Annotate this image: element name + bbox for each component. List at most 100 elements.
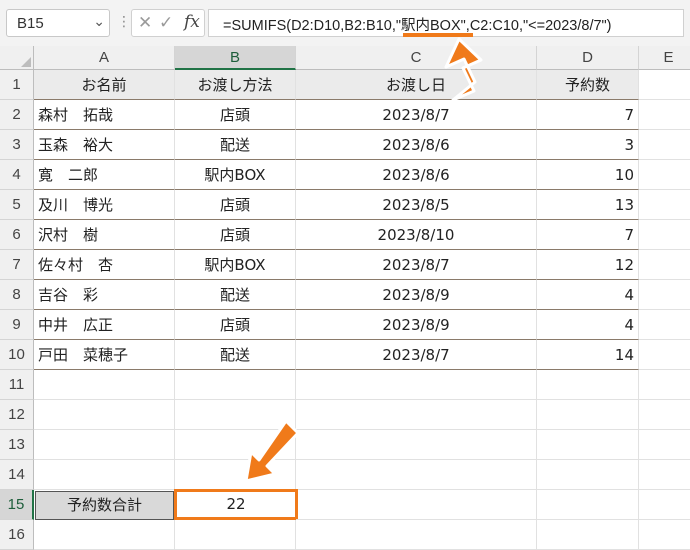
row-header-9[interactable]: 9 <box>0 310 34 340</box>
row-header-10[interactable]: 10 <box>0 340 34 370</box>
table-cell[interactable]: 13 <box>537 190 639 220</box>
cell[interactable] <box>639 250 690 280</box>
table-cell[interactable]: 14 <box>537 340 639 370</box>
table-cell[interactable]: 2023/8/10 <box>296 220 537 250</box>
cell[interactable] <box>34 460 175 490</box>
table-cell[interactable]: 2023/8/7 <box>296 250 537 280</box>
cell[interactable] <box>639 100 690 130</box>
table-cell[interactable]: 7 <box>537 220 639 250</box>
table-cell[interactable]: 店頭 <box>175 220 296 250</box>
name-box[interactable]: B15 ⌄ <box>6 9 110 37</box>
cell[interactable] <box>639 400 690 430</box>
cell[interactable] <box>537 370 639 400</box>
table-header-cell[interactable]: お名前 <box>34 70 175 100</box>
cell[interactable] <box>537 430 639 460</box>
table-cell[interactable]: 佐々村 杏 <box>34 250 175 280</box>
row-header-2[interactable]: 2 <box>0 100 34 130</box>
cell[interactable] <box>537 460 639 490</box>
table-cell[interactable]: 2023/8/7 <box>296 100 537 130</box>
table-cell[interactable]: 2023/8/9 <box>296 280 537 310</box>
table-cell[interactable]: 2023/8/6 <box>296 160 537 190</box>
cell[interactable] <box>639 190 690 220</box>
column-header-a[interactable]: A <box>34 46 175 70</box>
cell[interactable] <box>537 400 639 430</box>
row-header-1[interactable]: 1 <box>0 70 34 100</box>
cell[interactable] <box>296 400 537 430</box>
table-cell[interactable]: 森村 拓哉 <box>34 100 175 130</box>
summary-label-cell[interactable]: 予約数合計 <box>35 491 174 520</box>
cell[interactable] <box>639 310 690 340</box>
row-header-4[interactable]: 4 <box>0 160 34 190</box>
cell[interactable] <box>639 130 690 160</box>
cell[interactable] <box>175 460 296 490</box>
cell[interactable] <box>175 430 296 460</box>
cell[interactable] <box>296 460 537 490</box>
table-cell[interactable]: 配送 <box>175 130 296 160</box>
column-header-c[interactable]: C <box>296 46 537 70</box>
insert-function-icon[interactable]: fx <box>184 12 200 32</box>
row-header-12[interactable]: 12 <box>0 400 34 430</box>
table-header-cell[interactable]: お渡し方法 <box>175 70 296 100</box>
table-cell[interactable]: 沢村 樹 <box>34 220 175 250</box>
column-header-b[interactable]: B <box>175 46 296 70</box>
table-cell[interactable]: 店頭 <box>175 100 296 130</box>
table-cell[interactable]: 7 <box>537 100 639 130</box>
table-cell[interactable]: 配送 <box>175 280 296 310</box>
chevron-down-icon[interactable]: ⌄ <box>93 14 105 30</box>
cell[interactable] <box>639 430 690 460</box>
table-cell[interactable]: 4 <box>537 310 639 340</box>
cell[interactable] <box>34 400 175 430</box>
table-cell[interactable]: 店頭 <box>175 190 296 220</box>
table-cell[interactable]: 寛 二郎 <box>34 160 175 190</box>
table-cell[interactable]: 2023/8/5 <box>296 190 537 220</box>
cell[interactable] <box>296 430 537 460</box>
summary-result-cell[interactable]: 22 <box>174 489 298 520</box>
cell[interactable] <box>639 460 690 490</box>
cell[interactable] <box>639 280 690 310</box>
row-header-11[interactable]: 11 <box>0 370 34 400</box>
cell[interactable] <box>639 340 690 370</box>
row-header-8[interactable]: 8 <box>0 280 34 310</box>
cancel-icon[interactable]: ✕ <box>138 13 152 33</box>
table-cell[interactable]: 配送 <box>175 340 296 370</box>
table-cell[interactable]: 4 <box>537 280 639 310</box>
table-cell[interactable]: 2023/8/6 <box>296 130 537 160</box>
table-cell[interactable]: 店頭 <box>175 310 296 340</box>
row-header-5[interactable]: 5 <box>0 190 34 220</box>
cell[interactable] <box>296 370 537 400</box>
table-cell[interactable]: 戸田 菜穂子 <box>34 340 175 370</box>
table-cell[interactable]: 駅内BOX <box>175 160 296 190</box>
cell[interactable] <box>639 490 690 520</box>
table-cell[interactable]: 吉谷 彩 <box>34 280 175 310</box>
row-header-13[interactable]: 13 <box>0 430 34 460</box>
column-header-e[interactable]: E <box>639 46 690 70</box>
table-header-cell[interactable]: 予約数 <box>537 70 639 100</box>
table-cell[interactable]: 3 <box>537 130 639 160</box>
cell[interactable] <box>34 430 175 460</box>
row-header-7[interactable]: 7 <box>0 250 34 280</box>
table-cell[interactable]: 中井 広正 <box>34 310 175 340</box>
cell[interactable] <box>34 370 175 400</box>
cell[interactable] <box>296 490 537 520</box>
cell[interactable] <box>175 370 296 400</box>
table-cell[interactable]: 玉森 裕大 <box>34 130 175 160</box>
enter-icon[interactable]: ✓ <box>159 13 173 33</box>
table-cell[interactable]: 及川 博光 <box>34 190 175 220</box>
cell[interactable] <box>639 70 690 100</box>
table-cell[interactable]: 10 <box>537 160 639 190</box>
row-header-6[interactable]: 6 <box>0 220 34 250</box>
table-cell[interactable]: 12 <box>537 250 639 280</box>
row-header-15[interactable]: 15 <box>0 490 34 520</box>
column-header-d[interactable]: D <box>537 46 639 70</box>
row-header-14[interactable]: 14 <box>0 460 34 490</box>
table-cell[interactable]: 2023/8/7 <box>296 340 537 370</box>
more-options-icon[interactable]: ⋮ <box>117 14 131 30</box>
cell[interactable] <box>537 490 639 520</box>
row-header-3[interactable]: 3 <box>0 130 34 160</box>
table-header-cell[interactable]: お渡し日 <box>296 70 537 100</box>
cell[interactable] <box>175 400 296 430</box>
cell[interactable] <box>639 160 690 190</box>
table-cell[interactable]: 駅内BOX <box>175 250 296 280</box>
cell[interactable] <box>639 220 690 250</box>
select-all-corner[interactable] <box>0 46 34 70</box>
